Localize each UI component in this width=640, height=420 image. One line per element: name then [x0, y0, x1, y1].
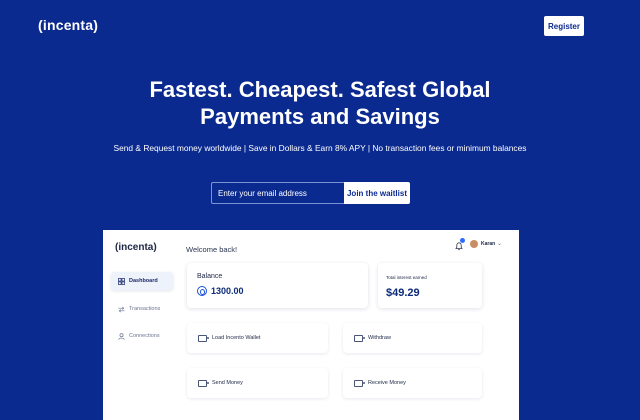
load-wallet-button[interactable]: Load Incento Wallet — [187, 323, 328, 353]
sidebar-item-connections[interactable]: Connections — [111, 327, 173, 345]
user-icon — [118, 332, 125, 340]
welcome-message: Welcome back! — [186, 245, 238, 254]
action-label: Send Money — [212, 380, 243, 386]
hero-subtitle: Send & Request money worldwide | Save in… — [113, 143, 527, 153]
interest-label: Total interest earned — [386, 275, 427, 280]
interest-value: $49.29 — [386, 287, 420, 299]
sidebar-item-label: Transactions — [129, 306, 161, 312]
action-label: Receive Money — [368, 380, 406, 386]
coin-icon — [197, 286, 207, 296]
hero-title-line-1: Fastest. Cheapest. Safest Global — [149, 77, 491, 102]
brand-logo[interactable]: (incenta) — [38, 17, 98, 33]
balance-value: 1300.00 — [197, 286, 244, 296]
sidebar-item-label: Dashboard — [129, 278, 158, 284]
receive-money-button[interactable]: Receive Money — [343, 368, 482, 398]
dashboard-logo[interactable]: (incenta) — [115, 242, 157, 253]
balance-card: Balance 1300.00 — [187, 263, 368, 308]
dashboard-icon — [118, 277, 125, 285]
join-waitlist-button[interactable]: Join the waitlist — [344, 182, 410, 204]
dashboard-preview: (incenta) Dashboard Transactions Connect… — [103, 230, 519, 420]
balance-amount: 1300.00 — [211, 286, 244, 296]
wallet-icon — [198, 379, 209, 387]
interest-card: Total interest earned $49.29 — [378, 263, 482, 308]
avatar[interactable] — [470, 240, 478, 248]
dashboard-sidebar: (incenta) Dashboard Transactions Connect… — [103, 230, 177, 420]
sidebar-item-dashboard[interactable]: Dashboard — [111, 272, 173, 290]
email-input[interactable] — [211, 182, 344, 204]
user-name[interactable]: Karan — [481, 241, 495, 247]
sidebar-item-label: Connections — [129, 333, 160, 339]
chevron-down-icon[interactable]: ⌄ — [497, 240, 502, 247]
wallet-icon — [198, 334, 209, 342]
action-label: Withdraw — [368, 335, 391, 341]
hero-title: Fastest. Cheapest. Safest Global Payment… — [0, 76, 640, 130]
waitlist-form: Join the waitlist — [211, 182, 411, 204]
send-money-button[interactable]: Send Money — [187, 368, 328, 398]
hero-title-line-2: Payments and Savings — [200, 104, 440, 129]
balance-label: Balance — [197, 273, 223, 280]
action-label: Load Incento Wallet — [212, 335, 261, 341]
register-button[interactable]: Register — [544, 16, 584, 36]
transactions-icon — [118, 306, 125, 312]
sidebar-item-transactions[interactable]: Transactions — [111, 300, 173, 318]
wallet-icon — [354, 379, 365, 387]
withdraw-button[interactable]: Withdraw — [343, 323, 482, 353]
wallet-icon — [354, 334, 365, 342]
notification-dot — [460, 238, 465, 243]
